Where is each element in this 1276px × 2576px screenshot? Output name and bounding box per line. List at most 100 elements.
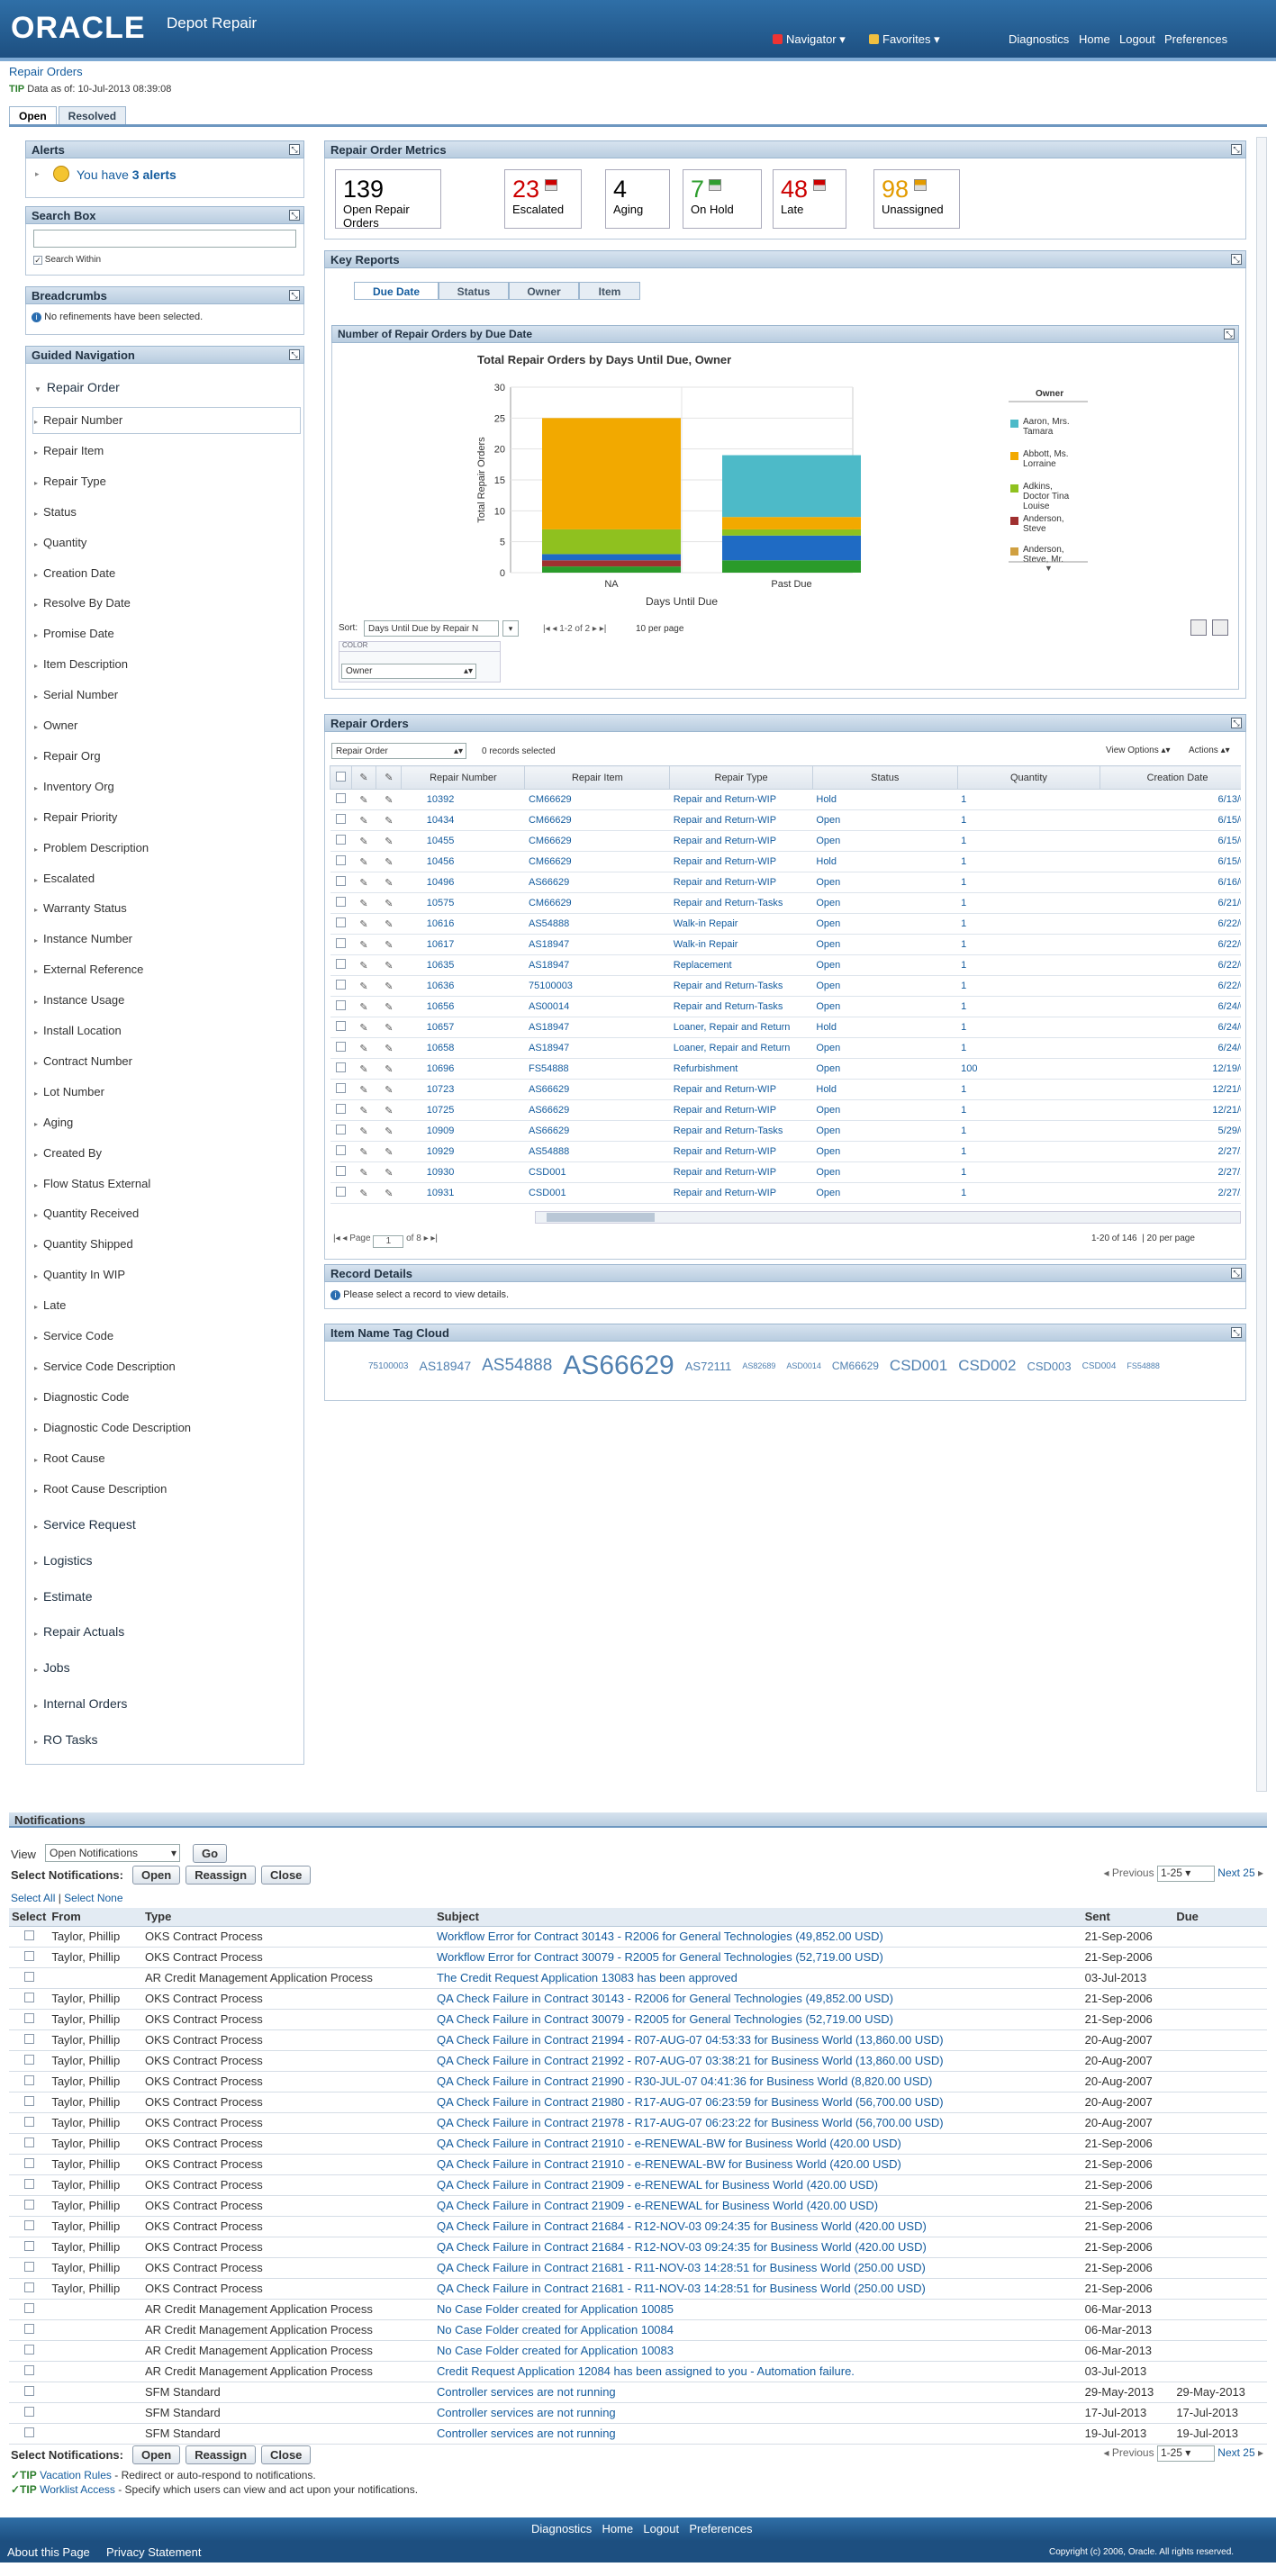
nav-item[interactable]: ▸ External Reference	[34, 963, 304, 976]
maximize-icon[interactable]: ⤡	[289, 144, 300, 155]
link-icon[interactable]: ✎	[385, 1106, 393, 1116]
table-cell[interactable]: 10909	[401, 1120, 525, 1142]
reassign-button[interactable]: Reassign	[186, 2445, 257, 2464]
alerts-count[interactable]: You have 3 alerts	[77, 167, 176, 182]
subject-link[interactable]: QA Check Failure in Contract 21684 - R12…	[433, 2237, 1082, 2258]
row-checkbox[interactable]	[335, 897, 346, 907]
nav-item[interactable]: ▸ Repair Type	[34, 475, 304, 488]
row-checkbox[interactable]	[23, 2262, 34, 2272]
notification-row[interactable]: AR Credit Management Application Process…	[9, 2361, 1267, 2382]
sort-order-dropdown[interactable]: ▾	[502, 620, 519, 637]
edit-icon[interactable]: ✎	[359, 1147, 367, 1158]
favorites-menu[interactable]: Favorites ▾	[869, 32, 940, 47]
table-row[interactable]: ✎ ✎ 10434 CM66629 Repair and Return-WIP Open 1…	[330, 809, 1241, 831]
row-checkbox[interactable]	[335, 1083, 346, 1093]
tag-link[interactable]: AS72111	[685, 1360, 732, 1373]
table-cell[interactable]: 10434	[401, 809, 525, 831]
subject-link[interactable]: QA Check Failure in Contract 21910 - e-R…	[433, 2154, 1082, 2175]
nav-item[interactable]: ▸ Aging	[34, 1116, 304, 1129]
link-icon[interactable]: ✎	[385, 940, 393, 951]
row-checkbox[interactable]	[335, 959, 346, 969]
table-row[interactable]: ✎ ✎ 10392 CM66629 Repair and Return-WIP Hold 1…	[330, 789, 1241, 810]
edit-icon[interactable]: ✎	[359, 1189, 367, 1199]
notification-row[interactable]: Taylor, Phillip OKS Contract Process QA Ch…	[9, 2112, 1267, 2134]
table-row[interactable]: ✎ ✎ 10455 CM66629 Repair and Return-WIP Open 1…	[330, 830, 1241, 852]
notification-row[interactable]: Taylor, Phillip OKS Contract Process QA Ch…	[9, 2237, 1267, 2258]
view-select[interactable]: Repair Order ▴▾	[331, 743, 466, 759]
tab-due-date[interactable]: Due Date	[354, 282, 439, 300]
edit-icon[interactable]: ✎	[359, 1023, 367, 1034]
nav-item[interactable]: ▸ Inventory Org	[34, 780, 304, 793]
tag-link[interactable]: AS18947	[420, 1359, 472, 1373]
subject-link[interactable]: QA Check Failure in Contract 21684 - R12…	[433, 2216, 1082, 2237]
table-row[interactable]: ✎ ✎ 10723 AS66629 Repair and Return-WIP Hold 1…	[330, 1079, 1241, 1100]
row-checkbox[interactable]	[335, 876, 346, 886]
row-checkbox[interactable]	[23, 2324, 34, 2334]
nav-group[interactable]: ▸ Jobs	[34, 1660, 304, 1675]
maximize-icon[interactable]: ⤡	[1231, 1327, 1242, 1338]
link-icon[interactable]: ✎	[385, 1189, 393, 1199]
notification-row[interactable]: Taylor, Phillip OKS Contract Process QA Ch…	[9, 2174, 1267, 2196]
nav-item[interactable]: ▸ Warranty Status	[34, 901, 304, 915]
metric-on-hold[interactable]: 7 On Hold	[683, 169, 762, 229]
row-checkbox[interactable]	[23, 2427, 34, 2437]
link-icon[interactable]: ✎	[385, 857, 393, 868]
subject-link[interactable]: QA Check Failure in Contract 21909 - e-R…	[433, 2174, 1082, 2196]
color-select[interactable]: Owner ▴▾	[341, 664, 476, 679]
notification-row[interactable]: SFM Standard Controller services are not …	[9, 2382, 1267, 2403]
nav-item[interactable]: ▸ Late	[34, 1298, 304, 1312]
notification-row[interactable]: Taylor, Phillip OKS Contract Process Workf…	[9, 1947, 1267, 1968]
export-icon[interactable]	[1212, 619, 1228, 636]
table-row[interactable]: ✎ ✎ 10456 CM66629 Repair and Return-WIP Hold 1…	[330, 851, 1241, 872]
row-checkbox[interactable]	[335, 855, 346, 865]
row-checkbox[interactable]	[335, 1187, 346, 1197]
edit-icon[interactable]: ✎	[359, 1085, 367, 1096]
row-checkbox[interactable]	[23, 1993, 34, 2002]
close-button[interactable]: Close	[261, 2445, 312, 2464]
notification-row[interactable]: AR Credit Management Application Process…	[9, 2340, 1267, 2362]
notification-row[interactable]: Taylor, Phillip OKS Contract Process Workf…	[9, 1926, 1267, 1948]
link-icon[interactable]: ✎	[385, 878, 393, 889]
row-checkbox[interactable]	[335, 1145, 346, 1155]
edit-icon[interactable]: ✎	[359, 940, 367, 951]
row-checkbox[interactable]	[335, 1062, 346, 1072]
select-none-link[interactable]: Select None	[64, 1892, 122, 1904]
row-checkbox[interactable]	[335, 814, 346, 824]
nav-item[interactable]: ▸ Quantity Received	[34, 1207, 304, 1220]
nav-item[interactable]: ▸ Owner	[34, 719, 304, 732]
footer-logout-link[interactable]: Logout	[643, 2522, 679, 2535]
table-cell[interactable]: 10496	[401, 872, 525, 893]
row-checkbox[interactable]	[23, 2158, 34, 2168]
row-checkbox[interactable]	[23, 2365, 34, 2375]
portlet-scrollbar[interactable]	[1256, 137, 1267, 1792]
column-header[interactable]: Repair Type	[669, 765, 813, 790]
table-cell[interactable]: 10636	[401, 975, 525, 997]
link-icon[interactable]: ✎	[385, 961, 393, 972]
nav-item[interactable]: ▸ Diagnostic Code	[34, 1390, 304, 1404]
link-icon[interactable]: ✎	[385, 816, 393, 827]
edit-icon[interactable]: ✎	[359, 878, 367, 889]
row-checkbox[interactable]	[335, 1104, 346, 1114]
subject-link[interactable]: QA Check Failure in Contract 21681 - R11…	[433, 2278, 1082, 2300]
nav-item[interactable]: ▸ Install Location	[34, 1024, 304, 1037]
nav-item[interactable]: ▸ Service Code Description	[34, 1360, 304, 1373]
link-icon[interactable]: ✎	[385, 1168, 393, 1179]
row-checkbox[interactable]	[335, 835, 346, 845]
table-row[interactable]: ✎ ✎ 10636 75100003 Repair and Return-Tasks Op…	[330, 975, 1241, 997]
subject-link[interactable]: No Case Folder created for Application 1…	[433, 2319, 1082, 2341]
row-checkbox[interactable]	[335, 938, 346, 948]
footer-preferences-link[interactable]: Preferences	[689, 2522, 752, 2535]
link-icon[interactable]: ✎	[385, 1064, 393, 1075]
table-row[interactable]: ✎ ✎ 10931 CSD001 Repair and Return-WIP Open 1 2…	[330, 1182, 1241, 1204]
table-row[interactable]: ✎ ✎ 10696 FS54888 Refurbishment Open 100 12/19/…	[330, 1058, 1241, 1080]
link-icon[interactable]: ✎	[385, 836, 393, 847]
select-all-checkbox[interactable]	[330, 765, 352, 790]
global-preferences-link[interactable]: Preferences	[1164, 32, 1227, 46]
link-icon[interactable]: ✎	[385, 1126, 393, 1137]
tag-link[interactable]: FS54888	[1127, 1361, 1160, 1370]
nav-item[interactable]: ▸ Problem Description	[34, 841, 304, 854]
nav-group[interactable]: ▸ Repair Actuals	[34, 1624, 304, 1639]
table-row[interactable]: ✎ ✎ 10617AS18947Walk-in RepairOpen16/22/05	[330, 934, 1241, 955]
tag-link[interactable]: AS66629	[563, 1351, 674, 1380]
row-checkbox[interactable]	[23, 1951, 34, 1961]
